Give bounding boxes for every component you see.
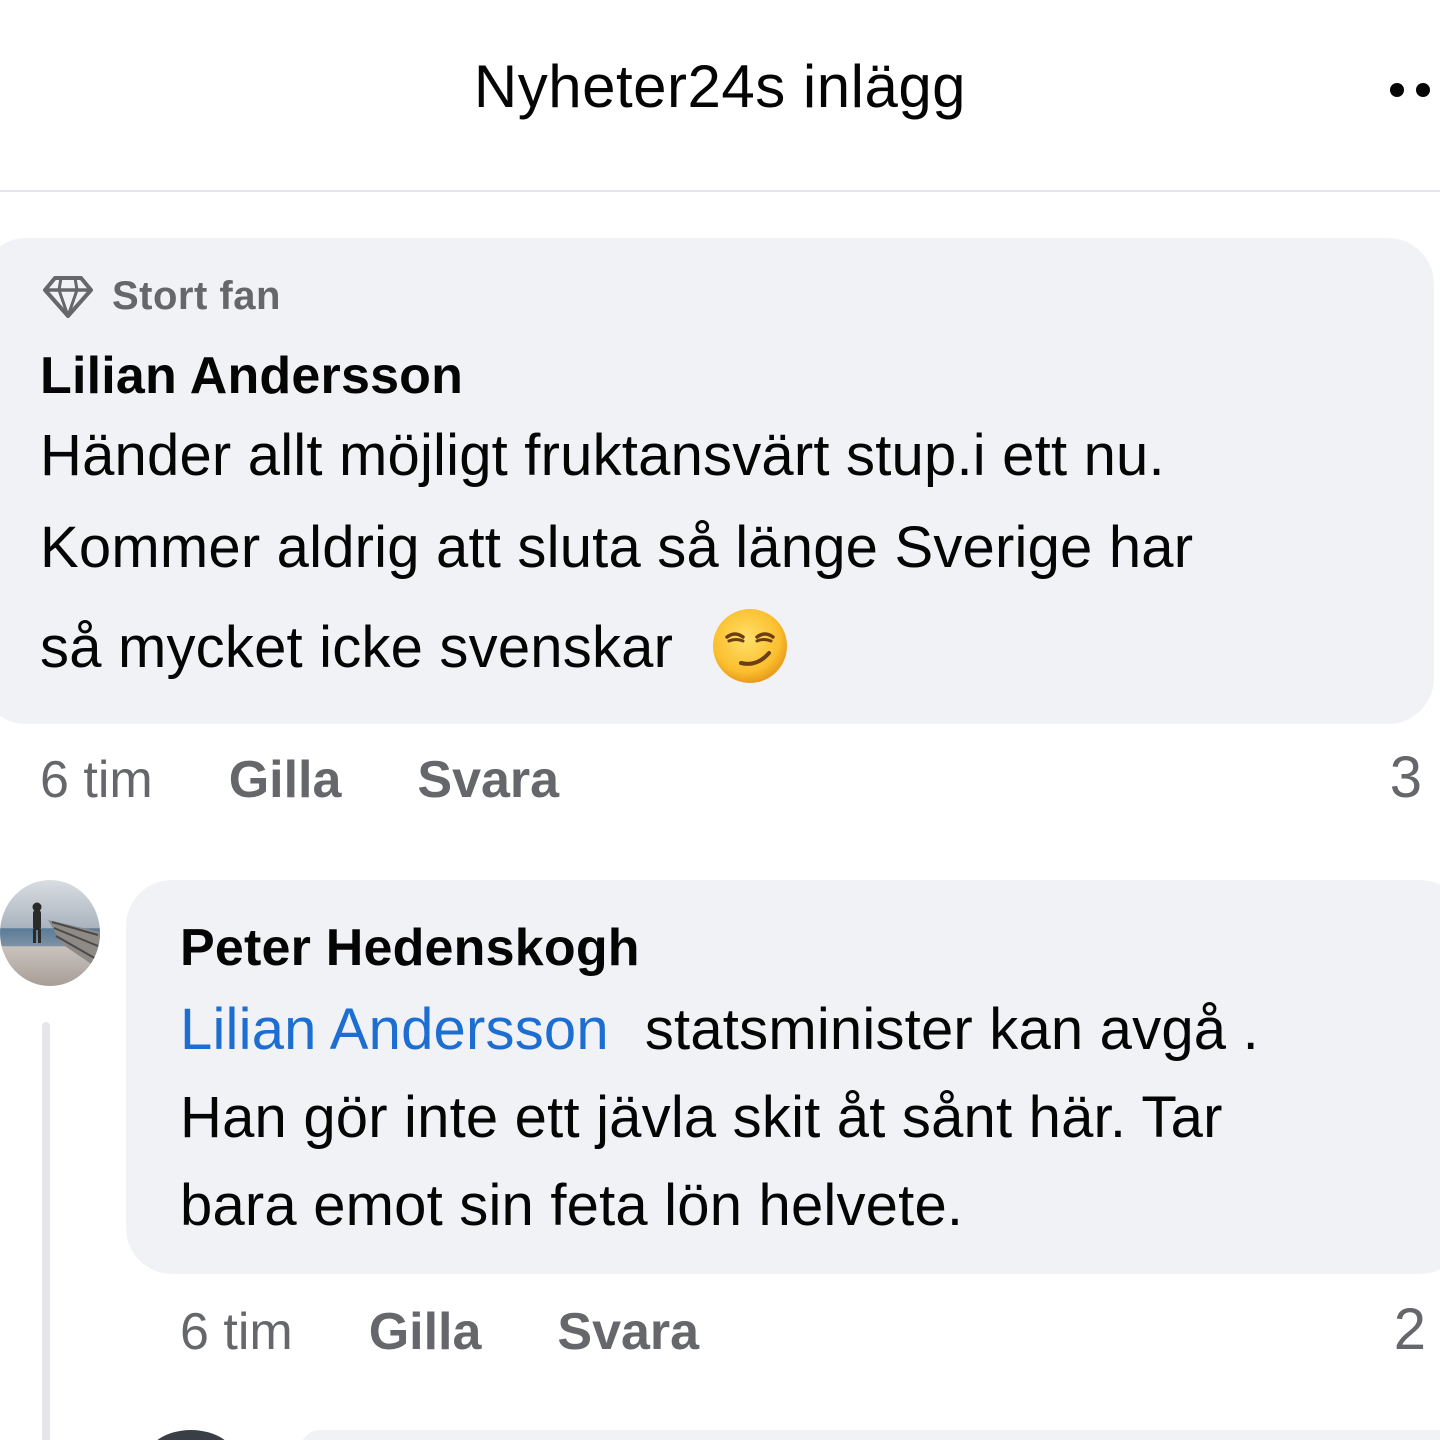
comments-page: Nyheter24s inlägg Stort fan Lilian Ander… xyxy=(0,0,1440,1440)
reaction-count[interactable]: 2 xyxy=(1394,1296,1426,1363)
avatar[interactable] xyxy=(0,880,100,986)
comment-line-rest: statsminister kan avgå . xyxy=(644,997,1259,1062)
mention-link[interactable]: Lilian Andersson xyxy=(180,997,609,1062)
comment-line: Kommer aldrig att sluta så länge Sverige… xyxy=(40,515,1194,580)
comment-line: Händer allt möjligt fruktansvärt stup.i … xyxy=(40,423,1165,488)
reply-button[interactable]: Svara xyxy=(557,1302,699,1362)
reply-bubble[interactable]: Peter Hedenskogh Lilian Andersson statsmi… xyxy=(126,880,1440,1274)
comment-line-with-emoji: så mycket icke svenskar xyxy=(40,594,1420,702)
more-dots-icon xyxy=(1416,83,1430,97)
more-dots-icon xyxy=(1390,83,1404,97)
more-options-button[interactable] xyxy=(1390,70,1440,110)
reply-bubble[interactable] xyxy=(300,1430,1440,1440)
comment-text: Lilian Andersson statsminister kan avgå .… xyxy=(180,986,1440,1250)
comment-timestamp: 6 tim xyxy=(180,1303,293,1361)
badge-label: Stort fan xyxy=(112,274,281,318)
comment-actions: 6 tim Gilla Svara xyxy=(180,1302,699,1362)
comment-author[interactable]: Peter Hedenskogh xyxy=(180,918,640,978)
comment-author[interactable]: Lilian Andersson xyxy=(40,346,463,406)
like-button[interactable]: Gilla xyxy=(369,1302,482,1362)
comment-timestamp: 6 tim xyxy=(40,751,153,809)
reply-button[interactable]: Svara xyxy=(417,750,559,810)
page-title: Nyheter24s inlägg xyxy=(473,53,967,120)
comment-line: Han gör inte ett jävla skit åt sånt här.… xyxy=(180,1085,1223,1150)
comment-text: Händer allt möjligt fruktansvärt stup.i … xyxy=(40,410,1420,702)
comment-line: så mycket icke svenskar xyxy=(40,615,674,680)
comment-actions: 6 tim Gilla Svara xyxy=(40,750,559,810)
thread-line xyxy=(42,1022,50,1440)
comment-line: Lilian Andersson statsminister kan avgå . xyxy=(180,986,1440,1074)
smirking-face-emoji xyxy=(711,607,789,685)
comment-bubble[interactable]: Stort fan Lilian Andersson Händer allt m… xyxy=(0,238,1434,724)
diamond-icon xyxy=(42,275,94,319)
top-bar: Nyheter24s inlägg xyxy=(0,0,1440,192)
top-fan-badge: Stort fan xyxy=(42,274,281,319)
comment-line: bara emot sin feta lön helvete. xyxy=(180,1173,964,1238)
like-button[interactable]: Gilla xyxy=(229,750,342,810)
reaction-count[interactable]: 3 xyxy=(1390,744,1422,811)
